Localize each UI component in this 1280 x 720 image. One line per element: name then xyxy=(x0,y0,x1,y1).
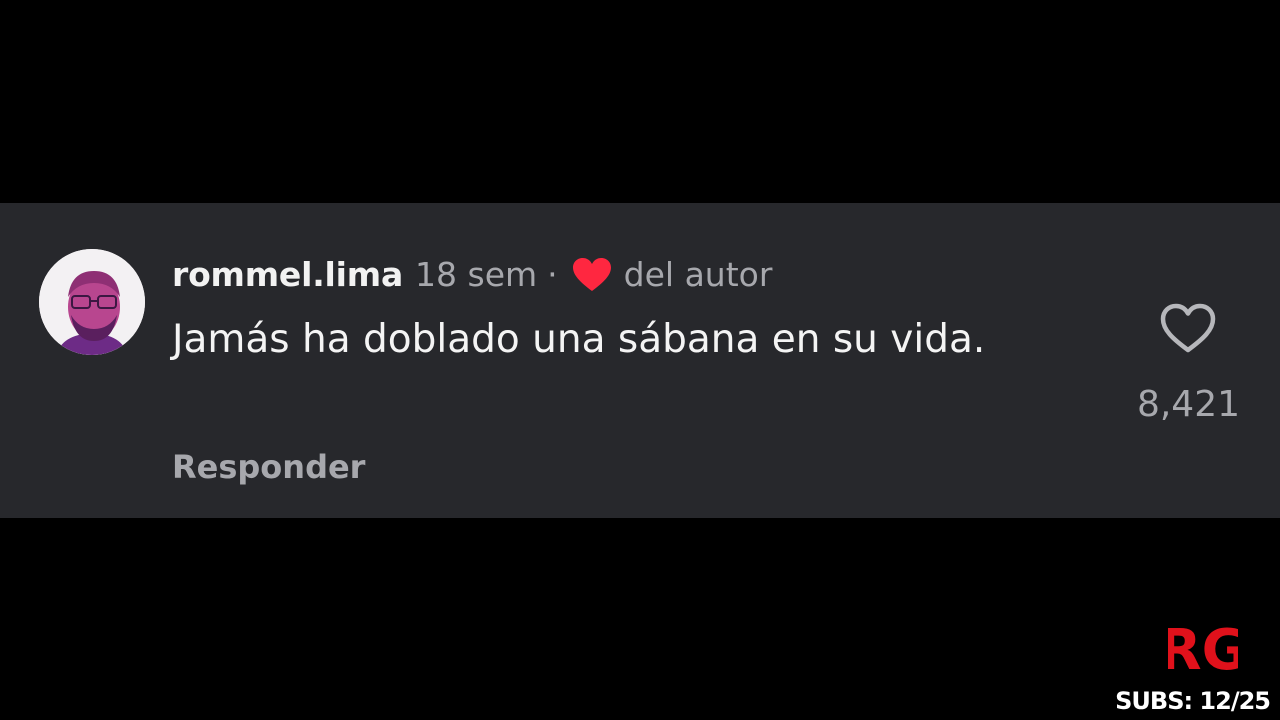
avatar-image xyxy=(39,249,145,355)
subs-counter: SUBS: 12/25 xyxy=(1115,687,1271,715)
logo-text: RG xyxy=(1168,618,1238,675)
comment-text: Jamás ha doblado una sábana en su vida. xyxy=(172,317,986,362)
comment-timestamp: 18 sem xyxy=(415,255,538,294)
video-frame: rommel.lima 18 sem · del autor Jamás ha … xyxy=(0,0,1280,720)
heart-outline-icon xyxy=(1160,303,1216,353)
like-button[interactable] xyxy=(1158,301,1218,355)
comment-card: rommel.lima 18 sem · del autor Jamás ha … xyxy=(0,203,1280,518)
like-count: 8,421 xyxy=(1136,384,1240,425)
meta-separator: · xyxy=(547,255,558,294)
avatar[interactable] xyxy=(39,249,145,355)
liked-by-author-label: del autor xyxy=(623,255,773,294)
heart-filled-icon xyxy=(572,257,612,293)
channel-logo: RG xyxy=(1168,617,1238,675)
username-link[interactable]: rommel.lima xyxy=(172,253,403,297)
comment-meta: rommel.lima 18 sem · del autor xyxy=(172,253,772,297)
reply-button[interactable]: Responder xyxy=(172,445,365,489)
